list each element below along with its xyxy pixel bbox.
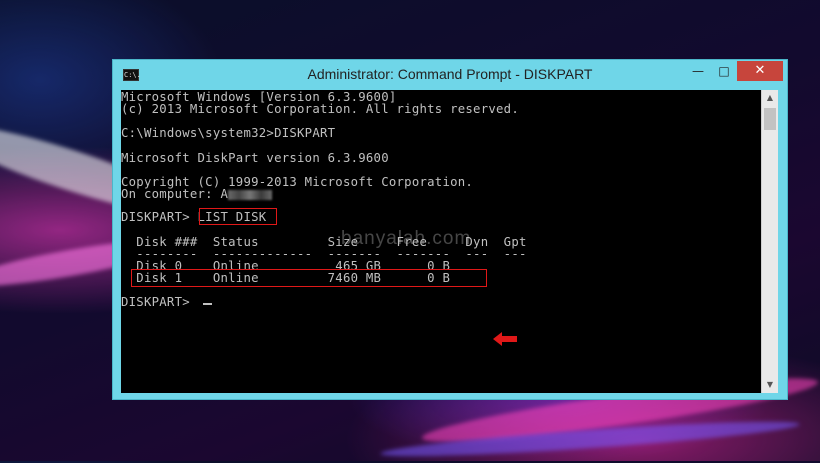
console-line: On computer: A — [121, 188, 273, 200]
scroll-up-icon[interactable]: ▲ — [762, 90, 778, 106]
minimize-button[interactable]: — — [685, 61, 711, 81]
text-cursor — [203, 303, 212, 305]
disk-1-highlight — [131, 269, 487, 287]
command-prompt-window[interactable]: C:\. Administrator: Command Prompt - DIS… — [112, 59, 788, 400]
maximize-button[interactable]: □ — [711, 61, 737, 81]
redacted-computer-name — [228, 189, 273, 200]
console-line: C:\Windows\system32>DISKPART — [121, 126, 336, 140]
watermark: banyalah.com — [341, 228, 472, 249]
arrow-left-icon — [493, 332, 517, 346]
list-disk-highlight — [199, 208, 277, 225]
close-button[interactable]: ✕ — [737, 61, 783, 81]
scroll-thumb[interactable] — [764, 108, 776, 130]
title-bar[interactable]: C:\. Administrator: Command Prompt - DIS… — [113, 60, 787, 90]
vertical-scrollbar[interactable]: ▲ ▼ — [761, 90, 778, 393]
console-prompt: DISKPART> — [121, 295, 198, 309]
console-line: (c) 2013 Microsoft Corporation. All righ… — [121, 102, 519, 116]
console-output[interactable]: Microsoft Windows [Version 6.3.9600] (c)… — [121, 90, 761, 393]
scroll-down-icon[interactable]: ▼ — [762, 377, 778, 393]
console-line: Microsoft DiskPart version 6.3.9600 — [121, 151, 389, 165]
